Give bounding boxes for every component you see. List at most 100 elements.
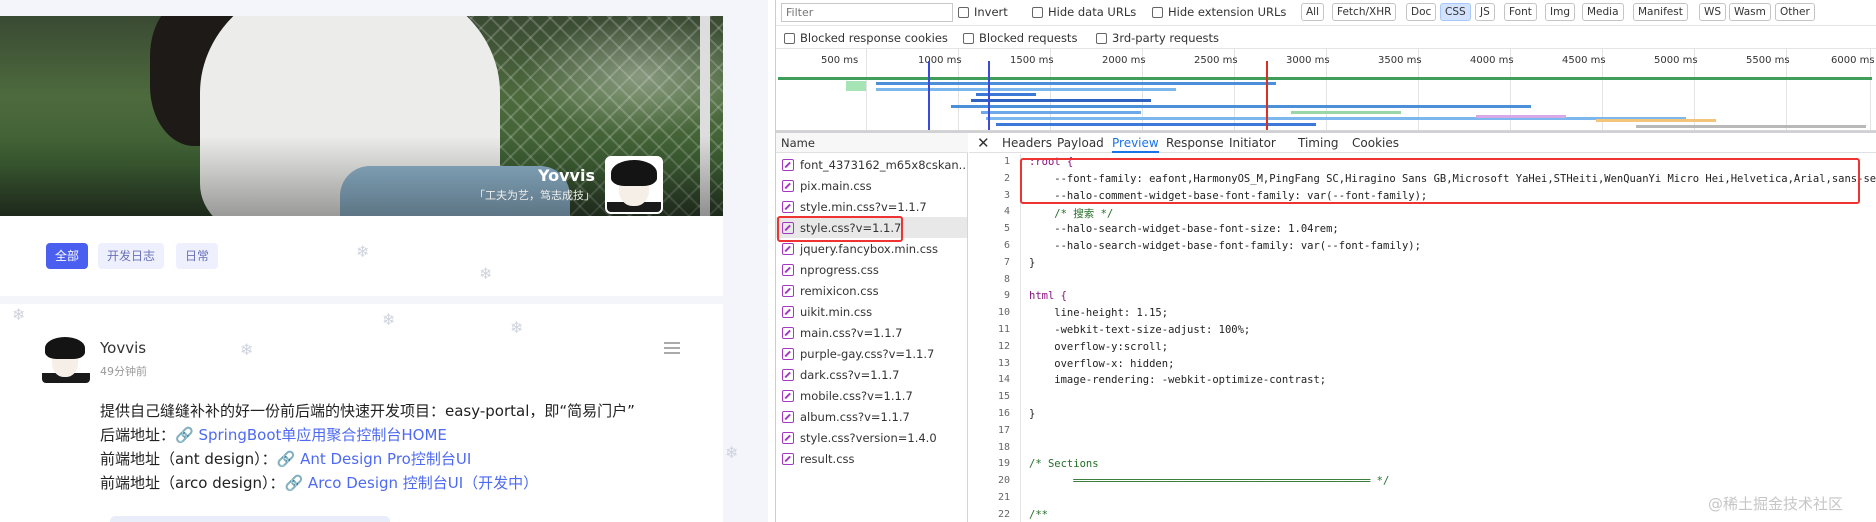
line-number-gutter: 1 2 3 4 5 6 7 8 9 10 11 12 13 14 15 16 17 18 19 20 21 22 xyxy=(969,154,1021,522)
type-filter-js[interactable]: JS xyxy=(1475,3,1495,21)
tab-preview[interactable]: Preview xyxy=(1112,133,1159,153)
type-filter-font[interactable]: Font xyxy=(1504,3,1537,21)
type-filter-all[interactable]: All xyxy=(1301,3,1325,21)
type-filter-css[interactable]: CSS xyxy=(1440,3,1471,21)
type-filter-img[interactable]: Img xyxy=(1545,3,1575,21)
request-name: result.css xyxy=(800,451,855,466)
request-name: font_4373162_m65x8cskan... xyxy=(800,157,967,172)
tab-payload[interactable]: Payload xyxy=(1057,133,1104,153)
type-filter-doc[interactable]: Doc xyxy=(1406,3,1437,21)
css-file-icon xyxy=(782,305,794,318)
request-row[interactable]: purple-gay.css?v=1.1.7 xyxy=(776,343,967,364)
blocked-requests-checkbox[interactable]: Blocked requests xyxy=(963,31,1077,45)
timeline-bar xyxy=(778,77,1872,80)
tab-cookies[interactable]: Cookies xyxy=(1352,133,1399,153)
timeline-tick-label: 1000 ms xyxy=(918,55,962,66)
line-number: 12 xyxy=(997,340,1010,352)
line-number: 10 xyxy=(997,307,1010,319)
line-number: 15 xyxy=(997,391,1010,403)
code-line: } xyxy=(1029,408,1036,420)
name-column-header[interactable]: Name xyxy=(776,133,968,153)
type-filter-ws[interactable]: WS xyxy=(1699,3,1727,21)
checkbox-box[interactable] xyxy=(1152,6,1163,18)
checkbox-label: 3rd-party requests xyxy=(1112,31,1220,45)
checkbox-box[interactable] xyxy=(1032,6,1043,18)
front-arco-label: 前端地址（arco design）： xyxy=(100,474,285,492)
invert-checkbox[interactable]: Invert xyxy=(958,5,1008,19)
close-icon[interactable]: ✕ xyxy=(977,135,990,151)
timeline-dcl-marker xyxy=(988,61,990,130)
tab-response[interactable]: Response xyxy=(1166,133,1224,153)
code-line: overflow-y:scroll; xyxy=(1029,340,1169,353)
tab-initiator[interactable]: Initiator xyxy=(1229,133,1276,153)
code-line: --halo-search-widget-base-font-family: v… xyxy=(1029,240,1421,252)
line-number: 13 xyxy=(997,357,1010,369)
third-party-requests-checkbox[interactable]: 3rd-party requests xyxy=(1096,31,1219,45)
front-ant-link[interactable]: 🔗 Ant Design Pro控制台UI xyxy=(277,450,472,468)
request-row[interactable]: uikit.min.css xyxy=(776,301,967,322)
banner-avatar[interactable] xyxy=(605,156,663,214)
snowflake-icon: ❄ xyxy=(479,264,493,283)
css-file-icon xyxy=(782,242,794,255)
type-filter-media[interactable]: Media xyxy=(1582,3,1624,21)
request-row[interactable]: font_4373162_m65x8cskan... xyxy=(776,154,967,175)
hide-data-urls-checkbox[interactable]: Hide data URLs xyxy=(1032,5,1136,19)
backend-link[interactable]: 🔗 SpringBoot单应用聚合控制台HOME xyxy=(175,426,447,444)
request-row[interactable]: style.min.css?v=1.1.7 xyxy=(776,196,967,217)
checkbox-box[interactable] xyxy=(963,32,974,44)
line-number: 9 xyxy=(1003,290,1010,302)
request-row[interactable]: dark.css?v=1.1.7 xyxy=(776,364,967,385)
line-number: 11 xyxy=(997,324,1010,335)
request-row[interactable]: style.css?version=1.4.0 xyxy=(776,427,967,448)
front-ant-label: 前端地址（ant design）： xyxy=(100,450,277,468)
watermark: @稀土掘金技术社区 xyxy=(1708,495,1844,513)
tag-all[interactable]: 全部 xyxy=(46,243,89,269)
checkbox-box[interactable] xyxy=(1096,32,1107,44)
type-filter-other[interactable]: Other xyxy=(1775,3,1815,21)
type-filter-fetch-xhr[interactable]: Fetch/XHR xyxy=(1332,3,1397,21)
timeline-bar xyxy=(976,93,1036,96)
filter-input[interactable] xyxy=(781,3,953,22)
checkbox-label: Blocked response cookies xyxy=(800,31,948,45)
timeline-gridline xyxy=(866,49,867,130)
request-row[interactable]: main.css?v=1.1.7 xyxy=(776,322,967,343)
code-line: -webkit-text-size-adjust: 100%; xyxy=(1029,324,1251,336)
request-row[interactable]: mobile.css?v=1.1.7 xyxy=(776,385,967,406)
timeline-bar xyxy=(951,105,1531,108)
request-name: jquery.fancybox.min.css xyxy=(800,241,939,256)
request-name: purple-gay.css?v=1.1.7 xyxy=(800,346,935,361)
tag-dev-log[interactable]: 开发日志 xyxy=(98,243,165,269)
post-menu-icon[interactable] xyxy=(664,342,680,354)
timeline-bar xyxy=(1636,125,1866,128)
css-file-icon xyxy=(782,410,794,423)
network-timeline-overview[interactable]: 500 ms 1000 ms 1500 ms 2000 ms 2500 ms 3… xyxy=(776,49,1876,131)
line-number: 20 xyxy=(997,475,1010,487)
request-row[interactable]: result.css xyxy=(776,448,967,469)
blocked-response-cookies-checkbox[interactable]: Blocked response cookies xyxy=(784,31,948,45)
css-preview-code[interactable]: 1 2 3 4 5 6 7 8 9 10 11 12 13 14 15 16 17 18 19 20 21 22 :roo… xyxy=(969,154,1876,522)
line-number: 8 xyxy=(1003,273,1010,285)
timeline-tick-label: 3000 ms xyxy=(1286,55,1330,66)
network-options-bar: Blocked response cookies Blocked request… xyxy=(776,26,1876,49)
hide-extension-urls-checkbox[interactable]: Hide extension URLs xyxy=(1152,5,1286,19)
request-row[interactable]: album.css?v=1.1.7 xyxy=(776,406,967,427)
request-row[interactable]: pix.main.css xyxy=(776,175,967,196)
post-avatar[interactable] xyxy=(42,335,90,383)
post-line-backend: 后端地址：🔗 SpringBoot单应用聚合控制台HOME xyxy=(100,424,447,445)
avatar-hair xyxy=(611,160,657,186)
line-number: 19 xyxy=(997,458,1010,470)
network-filter-bar: Invert Hide data URLs Hide extension URL… xyxy=(776,0,1876,26)
tab-headers[interactable]: Headers xyxy=(1002,133,1052,153)
screenshot-root: Yovvis 「工夫为艺，笃志成技」 全部 开发日志 日常 Yovvis 49分… xyxy=(0,0,1876,522)
tab-timing[interactable]: Timing xyxy=(1298,133,1339,153)
checkbox-box[interactable] xyxy=(958,6,969,18)
type-filter-wasm[interactable]: Wasm xyxy=(1729,3,1771,21)
front-arco-link[interactable]: 🔗 Arco Design 控制台UI（开发中） xyxy=(284,474,538,492)
tag-daily[interactable]: 日常 xyxy=(176,243,219,269)
request-row[interactable]: remixicon.css xyxy=(776,280,967,301)
timeline-tick-label: 4000 ms xyxy=(1470,55,1514,66)
checkbox-box[interactable] xyxy=(784,32,795,44)
type-filter-manifest[interactable]: Manifest xyxy=(1633,3,1688,21)
post-author[interactable]: Yovvis xyxy=(100,339,146,357)
request-row[interactable]: nprogress.css xyxy=(776,259,967,280)
